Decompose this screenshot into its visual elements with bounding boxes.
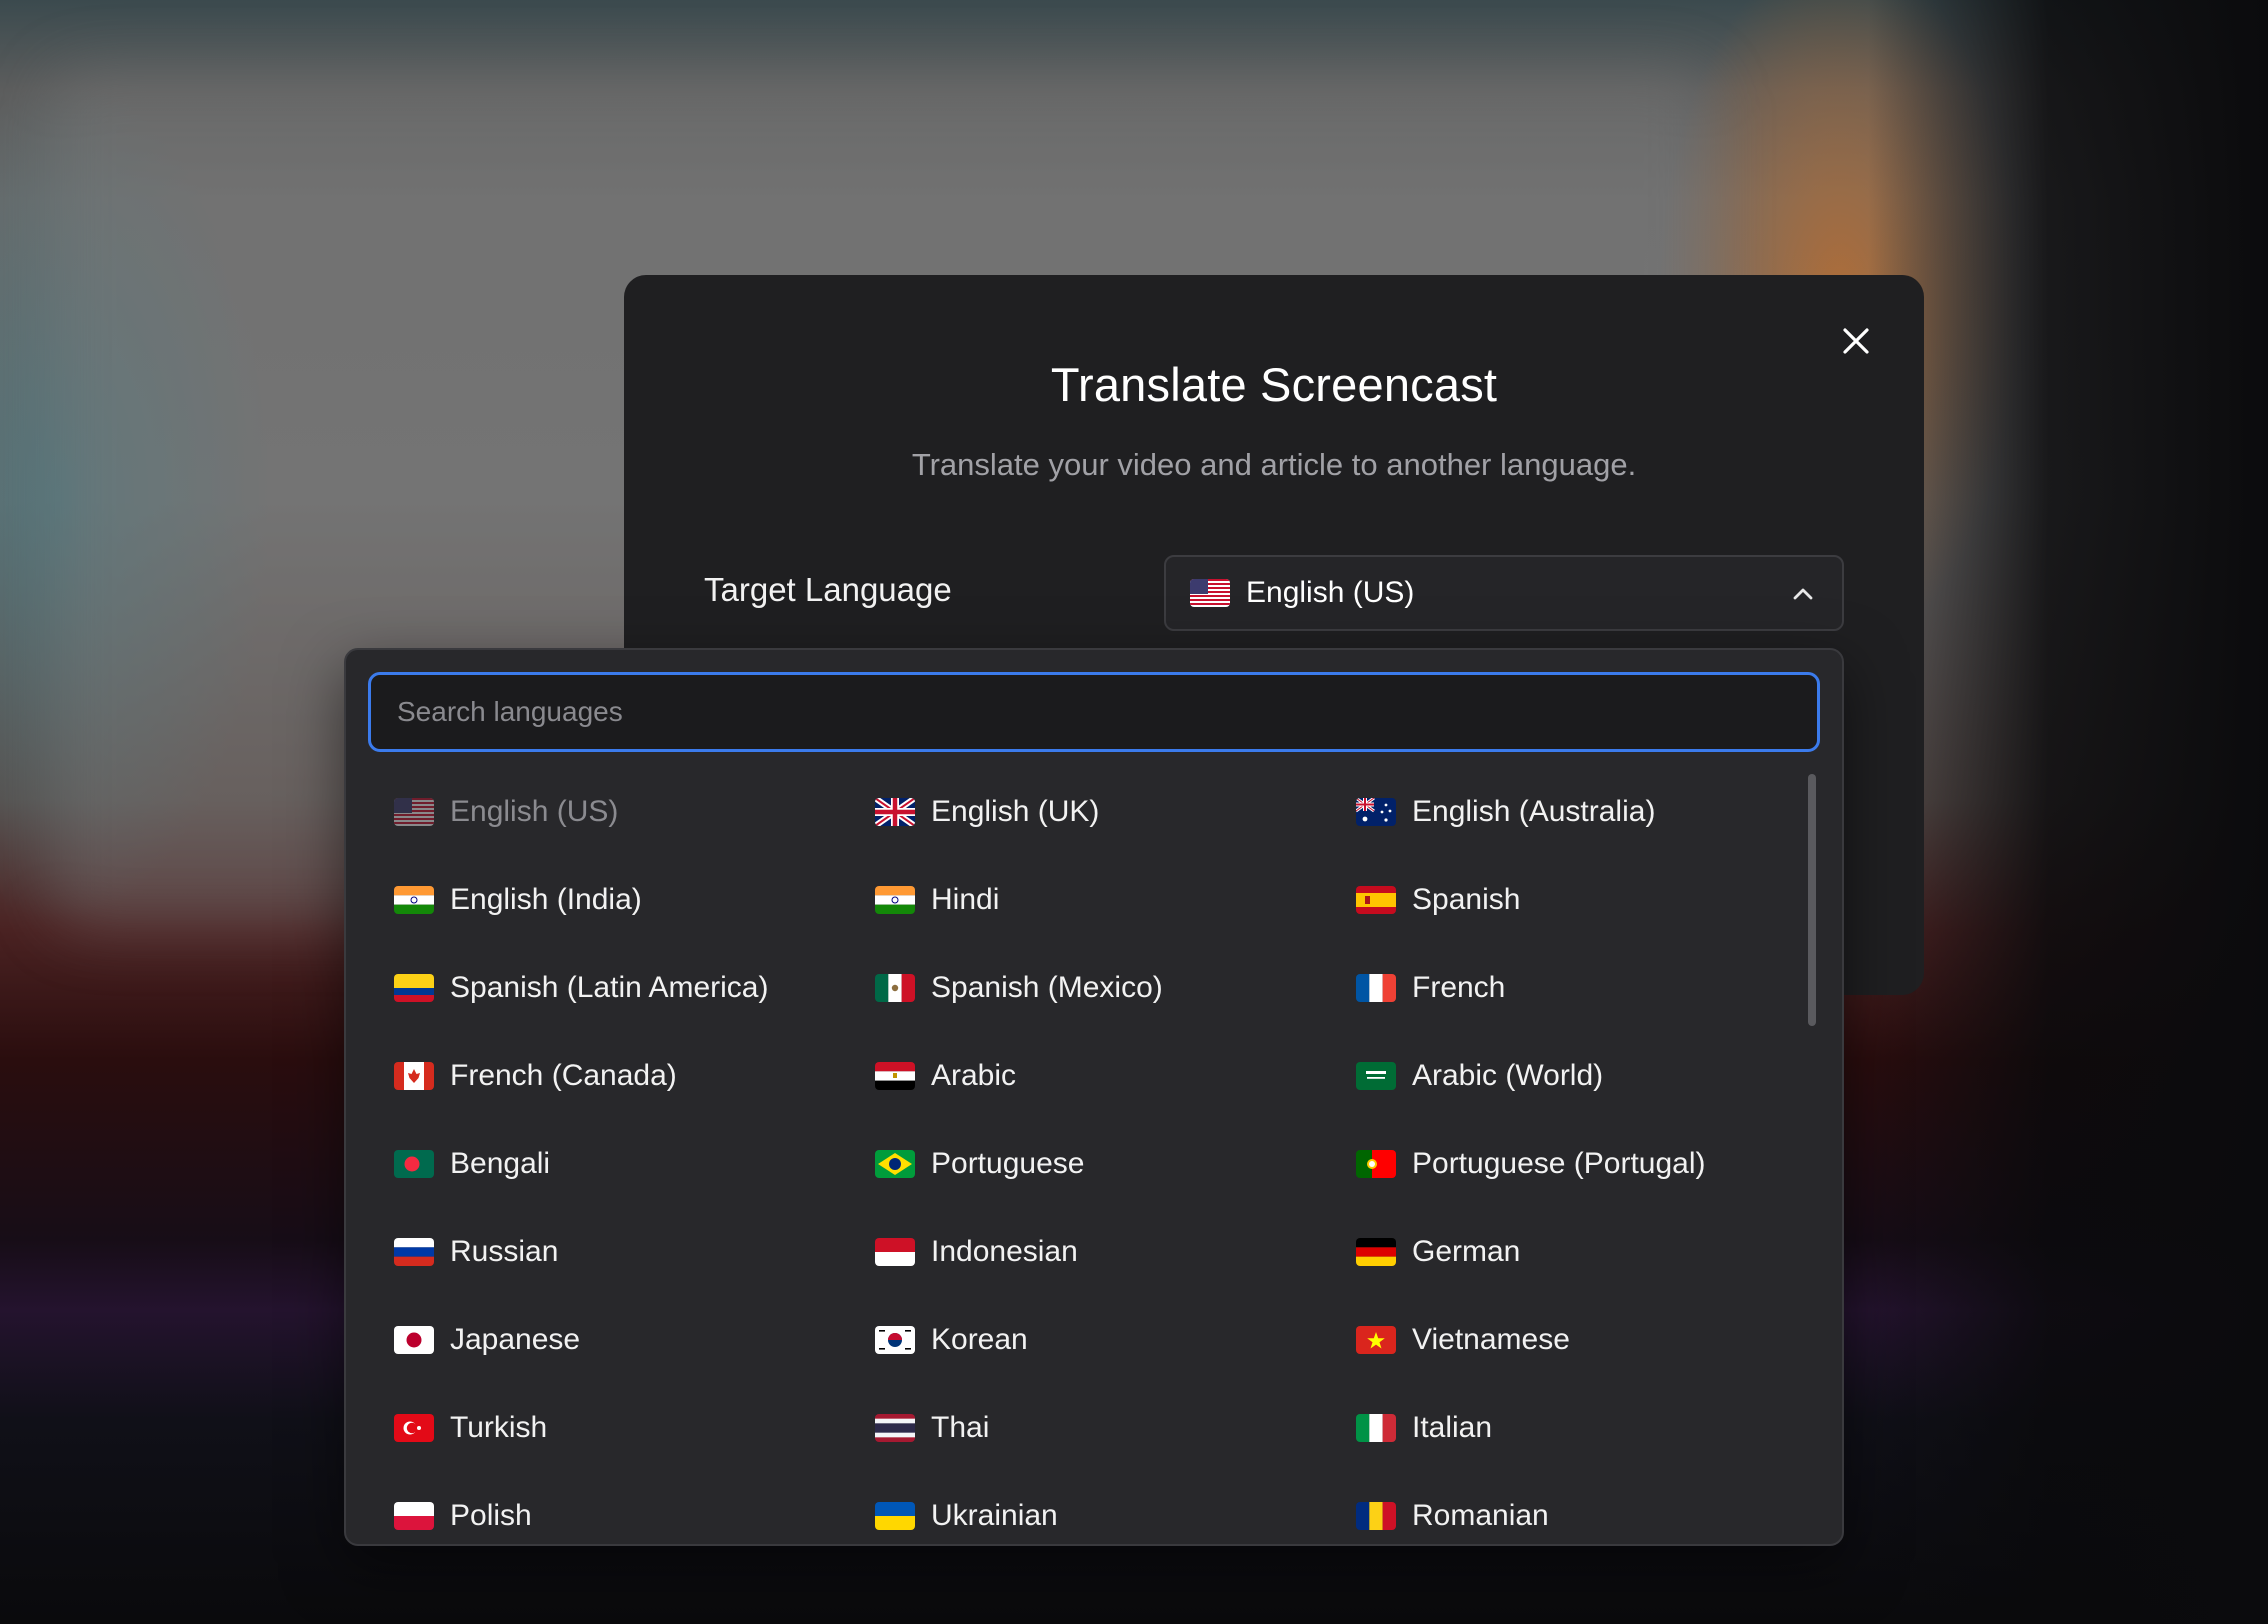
france-flag-icon <box>1356 974 1396 1002</box>
language-option[interactable]: Romanian <box>1356 1472 1794 1544</box>
language-option-label: Spanish <box>1412 883 1521 916</box>
language-option[interactable]: Thai <box>875 1384 1356 1472</box>
modal-title: Translate Screencast <box>1050 358 1498 411</box>
chevron-up-icon <box>1790 581 1816 607</box>
language-option-label: Portuguese <box>931 1147 1085 1180</box>
language-option[interactable]: Spanish (Latin America) <box>394 944 875 1032</box>
egypt-flag-icon <box>875 1062 915 1090</box>
italy-flag-icon <box>1356 1414 1396 1442</box>
language-option[interactable]: Japanese <box>394 1296 875 1384</box>
language-option-label: Spanish (Mexico) <box>931 971 1163 1004</box>
romania-flag-icon <box>1356 1502 1396 1530</box>
language-option-label: Japanese <box>450 1323 581 1356</box>
us-flag-icon <box>394 798 434 826</box>
language-option[interactable]: Korean <box>875 1296 1356 1384</box>
uk-flag-icon <box>875 798 915 826</box>
language-option[interactable]: Turkish <box>394 1384 875 1472</box>
language-option-label: Polish <box>450 1499 532 1532</box>
language-option[interactable]: Italian <box>1356 1384 1794 1472</box>
selected-language: English (US) <box>1246 576 1415 609</box>
language-list: English (US) English (UK) English (Austr… <box>394 768 1794 1544</box>
modal-subtitle: Translate your video and article to anot… <box>911 447 1637 482</box>
language-option[interactable]: Hindi <box>875 856 1356 944</box>
language-option[interactable]: Arabic (World) <box>1356 1032 1794 1120</box>
language-option-label: Hindi <box>931 883 1000 916</box>
target-language-label: Target Language <box>704 571 952 608</box>
germany-flag-icon <box>1356 1238 1396 1266</box>
south-korea-flag-icon <box>875 1326 915 1354</box>
search-languages-input[interactable] <box>368 672 1820 752</box>
us-flag-icon <box>1190 579 1230 607</box>
brazil-flag-icon <box>875 1150 915 1178</box>
language-option-label: Vietnamese <box>1412 1323 1570 1356</box>
language-option-label: Thai <box>931 1411 990 1444</box>
canada-flag-icon <box>394 1062 434 1090</box>
language-option-label: German <box>1412 1235 1521 1268</box>
language-option-label: Turkish <box>450 1411 548 1444</box>
thailand-flag-icon <box>875 1414 915 1442</box>
language-option-label: Portuguese (Portugal) <box>1412 1147 1706 1180</box>
language-option-label: English (India) <box>450 883 642 916</box>
dropdown-scrollbar[interactable] <box>1808 774 1816 1026</box>
language-option-label: Arabic <box>931 1059 1017 1092</box>
language-option-label: Spanish (Latin America) <box>450 971 769 1004</box>
language-option[interactable]: Arabic <box>875 1032 1356 1120</box>
language-option-label: Arabic (World) <box>1412 1059 1604 1092</box>
language-option[interactable]: Polish <box>394 1472 875 1544</box>
language-option-label: French (Canada) <box>450 1059 677 1092</box>
background-shade <box>1868 0 2268 1624</box>
language-dropdown: English (US) English (UK) English (Austr… <box>344 648 1844 1546</box>
vietnam-flag-icon <box>1356 1326 1396 1354</box>
indonesia-flag-icon <box>875 1238 915 1266</box>
colombia-flag-icon <box>394 974 434 1002</box>
russia-flag-icon <box>394 1238 434 1266</box>
language-option-label: English (US) <box>450 795 619 828</box>
language-option-label: Bengali <box>450 1147 551 1180</box>
saudi-arabia-flag-icon <box>1356 1062 1396 1090</box>
language-option-label: Italian <box>1412 1411 1493 1444</box>
language-option-label: French <box>1412 971 1506 1004</box>
language-option-label: Ukrainian <box>931 1499 1058 1532</box>
language-option[interactable]: English (India) <box>394 856 875 944</box>
language-option[interactable]: Bengali <box>394 1120 875 1208</box>
poland-flag-icon <box>394 1502 434 1530</box>
language-option[interactable]: French (Canada) <box>394 1032 875 1120</box>
india-flag-icon <box>394 886 434 914</box>
language-option-label: Russian <box>450 1235 559 1268</box>
language-option[interactable]: Indonesian <box>875 1208 1356 1296</box>
language-option[interactable]: Ukrainian <box>875 1472 1356 1544</box>
language-option[interactable]: French <box>1356 944 1794 1032</box>
language-option-label: English (Australia) <box>1412 795 1656 828</box>
close-button[interactable] <box>1836 321 1876 361</box>
language-option[interactable]: Russian <box>394 1208 875 1296</box>
language-option[interactable]: English (Australia) <box>1356 768 1794 856</box>
language-option-label: Indonesian <box>931 1235 1078 1268</box>
language-option[interactable]: Portuguese <box>875 1120 1356 1208</box>
portugal-flag-icon <box>1356 1150 1396 1178</box>
language-option[interactable]: German <box>1356 1208 1794 1296</box>
australia-flag-icon <box>1356 798 1396 826</box>
mexico-flag-icon <box>875 974 915 1002</box>
language-option[interactable]: Spanish <box>1356 856 1794 944</box>
language-option-label: Korean <box>931 1323 1028 1356</box>
language-option[interactable]: Vietnamese <box>1356 1296 1794 1384</box>
language-option-label: English (UK) <box>931 795 1100 828</box>
japan-flag-icon <box>394 1326 434 1354</box>
language-option[interactable]: English (US) <box>394 768 875 856</box>
close-icon <box>1843 328 1869 354</box>
language-option[interactable]: Spanish (Mexico) <box>875 944 1356 1032</box>
turkey-flag-icon <box>394 1414 434 1442</box>
ukraine-flag-icon <box>875 1502 915 1530</box>
language-option[interactable]: English (UK) <box>875 768 1356 856</box>
target-language-select[interactable]: English (US) <box>1164 555 1844 631</box>
india-flag-icon <box>875 886 915 914</box>
language-option-label: Romanian <box>1412 1499 1549 1532</box>
spain-flag-icon <box>1356 886 1396 914</box>
bangladesh-flag-icon <box>394 1150 434 1178</box>
language-option[interactable]: Portuguese (Portugal) <box>1356 1120 1794 1208</box>
